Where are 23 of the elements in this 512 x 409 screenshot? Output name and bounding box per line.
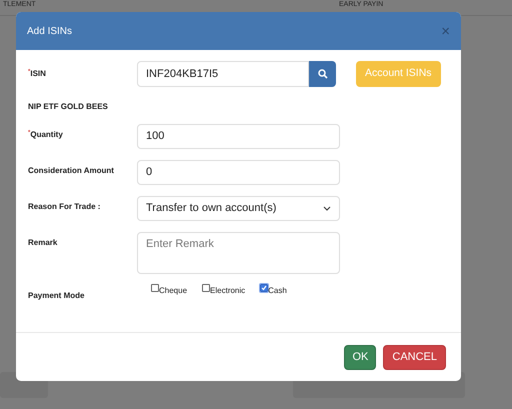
check-icon	[261, 285, 268, 291]
cancel-button[interactable]: CANCEL	[383, 344, 446, 370]
isin-field[interactable]: INF204KB17I5	[137, 61, 309, 87]
chevron-down-icon	[323, 206, 331, 211]
field-label: Remark	[28, 237, 58, 249]
ok-button[interactable]: OK	[344, 344, 376, 370]
field-label: Consideration Amount	[28, 165, 115, 177]
reason-dropdown[interactable]: Transfer to own account(s)	[137, 196, 340, 221]
checkbox-label: Cash	[268, 285, 287, 297]
search-button[interactable]	[309, 61, 336, 87]
field-label: Reason For Trade :	[28, 201, 102, 213]
checkbox[interactable]	[260, 284, 268, 292]
remark-field[interactable]: Enter Remark	[137, 232, 340, 274]
input-field[interactable]: 0	[137, 160, 340, 185]
field-label: Payment Mode	[28, 290, 86, 302]
checkbox-label: Electronic	[210, 285, 246, 297]
checkbox-label: Cheque	[159, 285, 188, 297]
security-name: NIP ETF GOLD BEES	[28, 101, 109, 113]
dialog-title: Add ISINs	[27, 24, 72, 38]
input-field[interactable]: 100	[137, 124, 340, 149]
search-icon	[318, 69, 328, 79]
checkbox[interactable]	[202, 284, 210, 292]
checkbox[interactable]	[151, 284, 159, 292]
